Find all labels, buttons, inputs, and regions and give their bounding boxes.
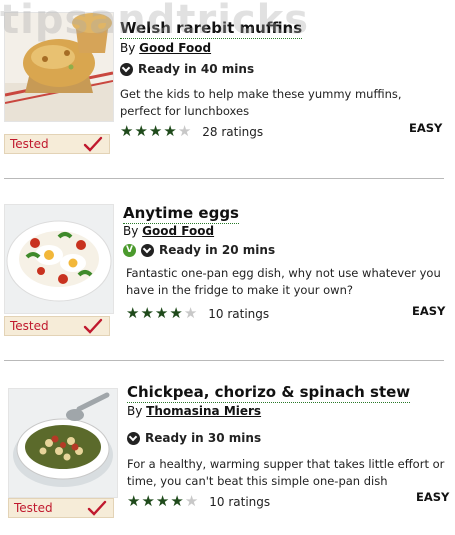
star-rating: ★ ★ ★ ★ ★ 10 ratings [127,494,270,509]
star-icon: ★ [134,122,148,140]
star-rating: ★ ★ ★ ★ ★ 10 ratings [126,306,269,321]
tested-badge: Tested [4,134,110,154]
recipe-description: For a healthy, warming supper that takes… [127,457,445,488]
recipe-title[interactable]: Anytime eggs [123,203,239,224]
star-icon: ★ [170,492,184,510]
star-icon: ★ [127,492,141,510]
star-rating: ★ ★ ★ ★ ★ 28 ratings [120,124,263,139]
ready-time-label: Ready in 30 mins [145,431,262,445]
star-icon: ★ [154,304,169,322]
ready-time: Ready in 30 mins [127,431,261,445]
star-icon: ★ [155,492,170,510]
star-icon: ★ [140,304,154,322]
tested-label: Tested [14,501,53,515]
checkmark-icon [83,318,103,334]
clock-icon [141,243,154,257]
star-icon: ★ [120,122,134,140]
byline-prefix: By [123,224,139,238]
difficulty-label: EASY [409,121,443,135]
author-link[interactable]: Thomasina Miers [146,404,261,418]
tested-label: Tested [10,319,49,333]
recipe-description: Get the kids to help make these yummy mu… [120,87,402,118]
recipe-thumbnail[interactable] [4,204,114,314]
tested-label: Tested [10,137,49,151]
recipe-card: Tested Anytime eggs By Good Food V Ready… [0,178,455,358]
tested-badge: Tested [8,498,114,518]
rating-count: 10 ratings [208,306,270,321]
difficulty-label: EASY [416,490,450,504]
clock-icon [120,62,133,76]
recipe-byline: By Thomasina Miers [127,404,261,418]
star-icon: ★ [169,304,183,322]
ready-time-label: Ready in 20 mins [159,243,276,257]
star-icon: ★ [177,122,192,140]
star-icon: ★ [126,304,140,322]
checkmark-icon [87,500,107,516]
byline-prefix: By [127,404,143,418]
star-icon: ★ [184,492,199,510]
checkmark-icon [83,136,103,152]
recipe-card: Tested Welsh rarebit muffins By Good Foo… [0,0,455,170]
clock-icon [127,431,140,445]
recipe-thumbnail[interactable] [4,12,114,122]
recipe-title[interactable]: Welsh rarebit muffins [120,18,303,39]
recipe-title[interactable]: Chickpea, chorizo & spinach stew [127,382,411,403]
star-icon: ★ [141,492,155,510]
author-link[interactable]: Good Food [139,41,211,55]
ready-time: Ready in 40 mins [120,62,254,76]
vegetarian-icon: V [123,243,136,257]
star-icon: ★ [148,122,163,140]
recipe-thumbnail[interactable] [8,388,118,498]
recipe-byline: By Good Food [120,41,211,55]
recipe-description: Fantastic one-pan egg dish, why not use … [126,266,441,297]
byline-prefix: By [120,41,136,55]
author-link[interactable]: Good Food [142,224,214,238]
recipe-card: Tested Chickpea, chorizo & spinach stew … [0,360,455,535]
tested-badge: Tested [4,316,110,336]
difficulty-label: EASY [412,304,446,318]
ready-time-label: Ready in 40 mins [138,62,255,76]
ready-time: V Ready in 20 mins [123,243,275,257]
star-icon: ★ [163,122,177,140]
recipe-byline: By Good Food [123,224,214,238]
star-icon: ★ [183,304,198,322]
rating-count: 28 ratings [202,124,264,139]
rating-count: 10 ratings [209,494,271,509]
